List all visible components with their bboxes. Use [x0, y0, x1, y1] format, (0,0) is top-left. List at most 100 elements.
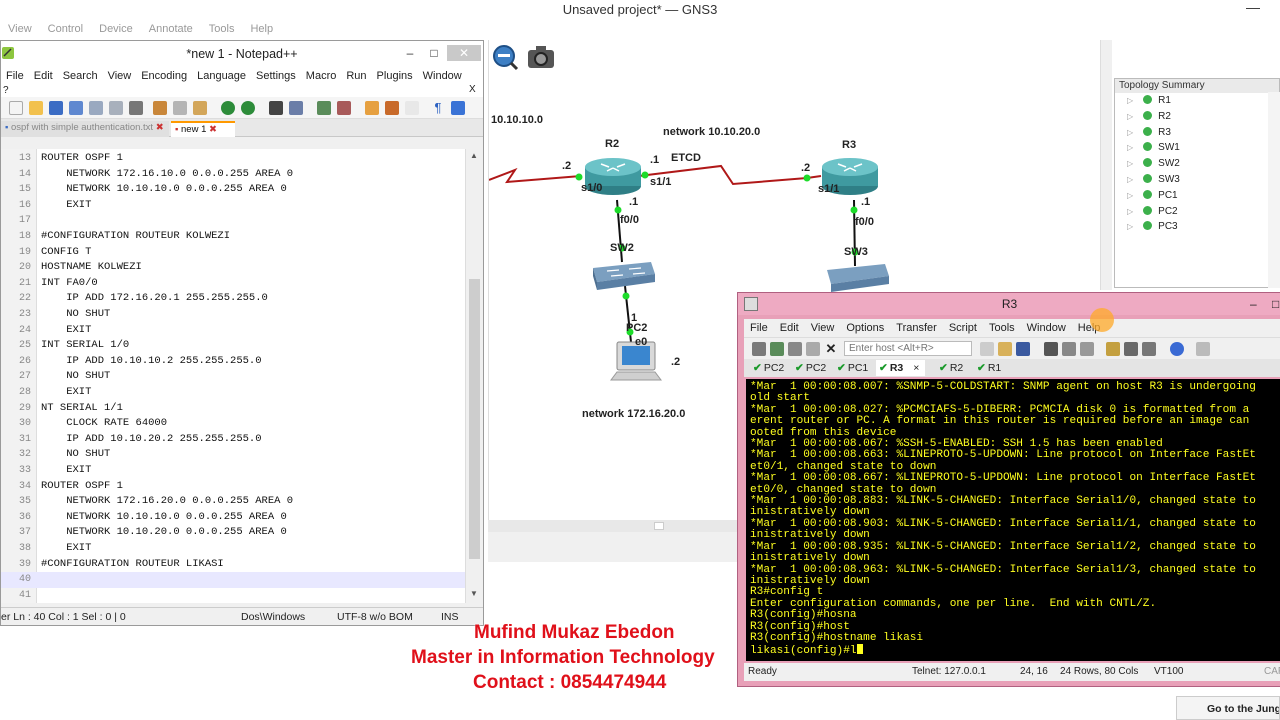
print-icon[interactable]: [1044, 342, 1058, 356]
crt-menu-edit[interactable]: Edit: [774, 319, 805, 337]
menu-view[interactable]: View: [103, 67, 137, 85]
minimize-button[interactable]: –: [1250, 293, 1257, 315]
expand-icon[interactable]: ▷: [1127, 207, 1133, 216]
code-line[interactable]: 22 IP ADD 172.16.20.1 255.255.255.0: [1, 291, 465, 307]
canvas-vertical-scrollbar[interactable]: [1100, 40, 1112, 290]
find-icon[interactable]: [1016, 342, 1030, 356]
show-all-chars-icon[interactable]: ¶: [431, 101, 445, 115]
switch-sw2-icon[interactable]: [593, 262, 655, 290]
menu-language[interactable]: Language: [192, 67, 251, 85]
menu-search[interactable]: Search: [58, 67, 103, 85]
code-line[interactable]: 16 EXIT: [1, 198, 465, 214]
code-line[interactable]: 24 EXIT: [1, 323, 465, 339]
code-line[interactable]: 35 NETWORK 172.16.20.0 0.0.0.255 AREA 0: [1, 494, 465, 510]
session-tab-pc2[interactable]: ✔ PC2: [750, 360, 787, 376]
code-line[interactable]: 19 CONFIG T: [1, 245, 465, 261]
screenshot-camera-icon[interactable]: [528, 46, 554, 68]
session-tab-pc2-b[interactable]: ✔ PC2: [792, 360, 829, 376]
print-selection-icon[interactable]: [1062, 342, 1076, 356]
crt-menu-options[interactable]: Options: [840, 319, 890, 337]
menu-file[interactable]: File: [1, 67, 29, 85]
close-document-button[interactable]: X: [469, 84, 476, 95]
code-line[interactable]: 20 HOSTNAME KOLWEZI: [1, 260, 465, 276]
scrollbar-thumb[interactable]: [469, 279, 480, 559]
menu-plugins[interactable]: Plugins: [372, 67, 418, 85]
menu-macro[interactable]: Macro: [301, 67, 342, 85]
indent-guide-icon[interactable]: [405, 101, 419, 115]
crt-menu-script[interactable]: Script: [943, 319, 983, 337]
topology-item-pc2[interactable]: ▷ PC2: [1115, 204, 1279, 220]
replace-icon[interactable]: [289, 101, 303, 115]
code-line[interactable]: 21 INT FA0/0: [1, 276, 465, 292]
word-wrap-icon[interactable]: [385, 101, 399, 115]
cut-icon[interactable]: [153, 101, 167, 115]
code-line[interactable]: 30 CLOCK RATE 64000: [1, 416, 465, 432]
zoom-out-icon[interactable]: [337, 101, 351, 115]
code-line[interactable]: 40: [1, 572, 465, 588]
crt-menu-file[interactable]: File: [744, 319, 774, 337]
zoom-in-icon[interactable]: [317, 101, 331, 115]
maximize-button[interactable]: □: [1272, 293, 1279, 315]
print-icon[interactable]: [129, 101, 143, 115]
tab-new-1[interactable]: ▪ new 1 ✖: [171, 121, 235, 137]
expand-icon[interactable]: ▷: [1127, 175, 1133, 184]
topology-item-sw3[interactable]: ▷ SW3: [1115, 172, 1279, 188]
gns3-menu-device[interactable]: Device: [91, 20, 141, 38]
tab-close-icon[interactable]: ✖: [156, 122, 164, 133]
notification-popup[interactable]: Go to the Jung: [1176, 696, 1280, 720]
code-line[interactable]: 37 NETWORK 10.10.20.0 0.0.0.255 AREA 0: [1, 525, 465, 541]
session-tab-r3[interactable]: ✔ R3 ×: [876, 360, 926, 376]
gns3-menu-view[interactable]: View: [0, 20, 40, 38]
expand-icon[interactable]: ▷: [1127, 143, 1133, 152]
copy-icon[interactable]: [980, 342, 994, 356]
expand-icon[interactable]: ▷: [1127, 112, 1133, 121]
topology-item-r3[interactable]: ▷ R3: [1115, 125, 1279, 141]
code-line[interactable]: 15 NETWORK 10.10.10.0 0.0.0.255 AREA 0: [1, 182, 465, 198]
code-line[interactable]: 33 EXIT: [1, 463, 465, 479]
tab-ospf-file[interactable]: ▪ ospf with simple authentication.txt ✖: [1, 121, 169, 137]
paste-icon[interactable]: [193, 101, 207, 115]
code-line[interactable]: 17: [1, 213, 465, 229]
reconnect-icon[interactable]: [806, 342, 820, 356]
sync-scroll-icon[interactable]: [365, 101, 379, 115]
topology-item-pc1[interactable]: ▷ PC1: [1115, 188, 1279, 204]
quick-connect-icon[interactable]: [770, 342, 784, 356]
editor-vertical-scrollbar[interactable]: ▲ ▼: [465, 149, 483, 603]
copy-icon[interactable]: [173, 101, 187, 115]
save-all-icon[interactable]: [69, 101, 83, 115]
redo-icon[interactable]: [241, 101, 255, 115]
crt-menu-transfer[interactable]: Transfer: [890, 319, 943, 337]
global-options-icon[interactable]: [1124, 342, 1138, 356]
paste-icon[interactable]: [998, 342, 1012, 356]
gns3-menu-tools[interactable]: Tools: [201, 20, 243, 38]
code-line[interactable]: 27 NO SHUT: [1, 369, 465, 385]
minimize-button[interactable]: –: [397, 45, 423, 61]
disconnect-icon[interactable]: ✕: [824, 342, 838, 356]
undo-icon[interactable]: [221, 101, 235, 115]
close-icon[interactable]: [89, 101, 103, 115]
key-map-icon[interactable]: [1142, 342, 1156, 356]
terminal-output[interactable]: *Mar 1 00:00:08.007: %SNMP-5-COLDSTART: …: [746, 379, 1280, 661]
code-line[interactable]: 38 EXIT: [1, 541, 465, 557]
code-line[interactable]: 39 #CONFIGURATION ROUTEUR LIKASI: [1, 557, 465, 573]
zoom-out-icon[interactable]: [493, 45, 519, 71]
gns3-menu-control[interactable]: Control: [40, 20, 91, 38]
session-options-icon[interactable]: [1106, 342, 1120, 356]
help-icon[interactable]: [1170, 342, 1184, 356]
topology-panel-scrollbar[interactable]: [1268, 92, 1280, 288]
scroll-down-icon[interactable]: ▼: [470, 589, 478, 598]
doc-map-icon[interactable]: [451, 101, 465, 115]
connect-icon[interactable]: [752, 342, 766, 356]
gns3-minimize-button[interactable]: —: [1246, 0, 1262, 18]
new-file-icon[interactable]: [9, 101, 23, 115]
topology-item-sw2[interactable]: ▷ SW2: [1115, 156, 1279, 172]
menu-help[interactable]: ?: [3, 85, 9, 96]
code-line[interactable]: 41: [1, 588, 465, 603]
menu-window[interactable]: Window: [418, 67, 467, 85]
menu-settings[interactable]: Settings: [251, 67, 301, 85]
save-icon[interactable]: [49, 101, 63, 115]
crt-menu-tools[interactable]: Tools: [983, 319, 1021, 337]
scroll-up-icon[interactable]: ▲: [470, 151, 478, 160]
code-line[interactable]: 34 ROUTER OSPF 1: [1, 479, 465, 495]
code-line[interactable]: 13 ROUTER OSPF 1: [1, 151, 465, 167]
